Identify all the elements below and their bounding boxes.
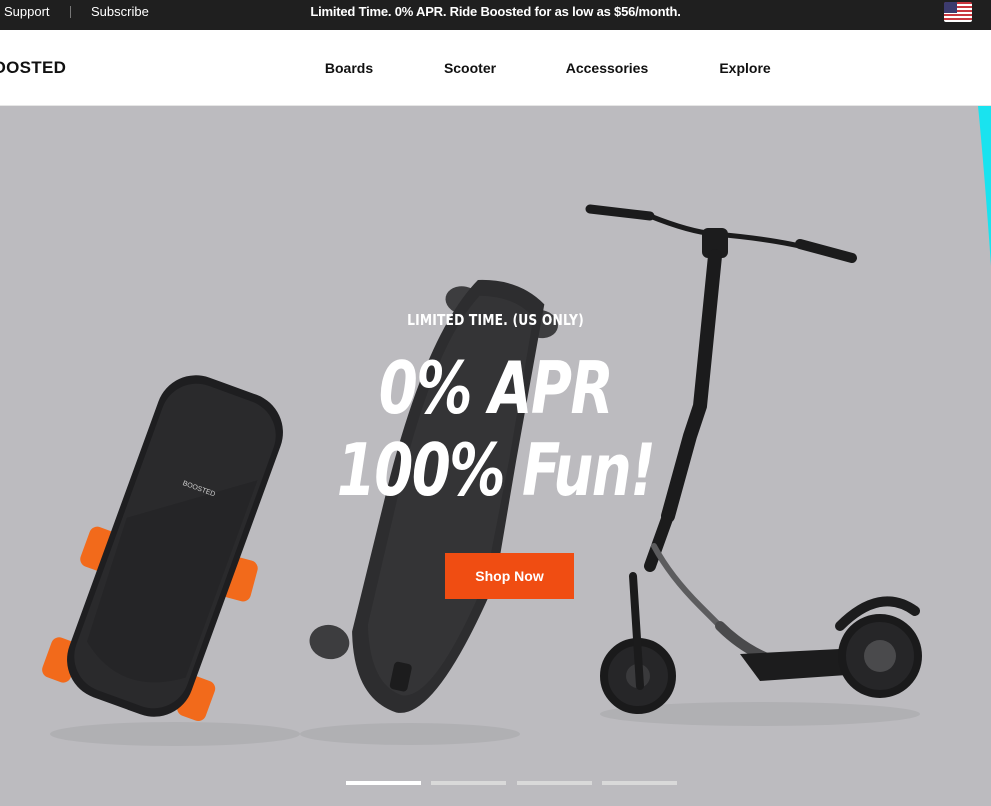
nav-scooter[interactable]: Scooter — [444, 60, 496, 76]
shop-now-button[interactable]: Shop Now — [445, 553, 574, 599]
hero-banner: BOOSTED LIMITED TIME. (US ONLY) 0% APR 1… — [0, 106, 991, 806]
slide-indicator-1[interactable] — [346, 781, 421, 785]
site-header: BOOSTED Boards Scooter Accessories Explo… — [0, 30, 991, 106]
us-flag-icon[interactable] — [944, 2, 972, 22]
slide-indicator-3[interactable] — [517, 781, 592, 785]
hero-headline-line2: 100% Fun! — [336, 428, 656, 512]
nav-explore[interactable]: Explore — [719, 60, 770, 76]
nav-boards[interactable]: Boards — [325, 60, 373, 76]
slide-indicator-4[interactable] — [602, 781, 677, 785]
nav-accessories[interactable]: Accessories — [566, 60, 649, 76]
hero-eyebrow: LIMITED TIME. (US ONLY) — [407, 311, 584, 329]
top-bar: Support Subscribe Limited Time. 0% APR. … — [0, 0, 991, 30]
slide-indicator-2[interactable] — [431, 781, 506, 785]
boosted-logo[interactable]: BOOSTED — [0, 58, 66, 78]
promo-banner[interactable]: Limited Time. 0% APR. Ride Boosted for a… — [0, 0, 991, 24]
hero-headline-line1: 0% APR — [378, 346, 614, 430]
